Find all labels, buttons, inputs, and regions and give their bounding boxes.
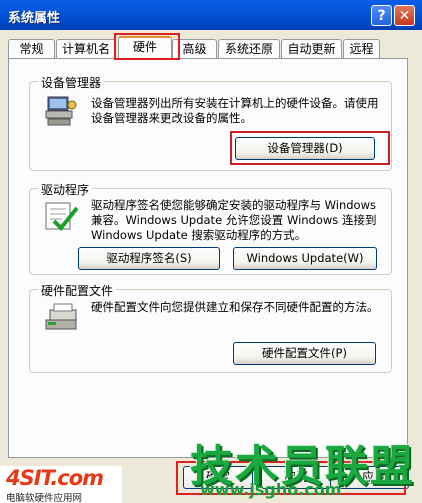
system-properties-window: 系统属性 ? ✕ 常规 计算机名 硬件 高级 系统还原 自动更新 远程 设备管理… <box>0 0 422 503</box>
close-icon: ✕ <box>398 8 411 24</box>
hardware-profiles-group: 硬件配置文件 硬件配置文件向您提供建立和保存不同硬件配置的方法。 硬件配置文件(… <box>29 282 392 373</box>
tab-computer-name[interactable]: 计算机名 <box>56 39 116 58</box>
title-bar[interactable]: 系统属性 ? ✕ <box>0 0 422 30</box>
hardware-profiles-button[interactable]: 硬件配置文件(P) <box>233 342 376 365</box>
close-button[interactable]: ✕ <box>394 5 415 26</box>
tab-automatic-updates[interactable]: 自动更新 <box>281 39 342 58</box>
window-title: 系统属性 <box>8 11 61 26</box>
tab-strip: 常规 计算机名 硬件 高级 系统还原 自动更新 远程 <box>8 36 408 59</box>
device-manager-description: 设备管理器列出所有安装在计算机上的硬件设备。请使用设备管理器来更改设备的属性。 <box>91 96 379 125</box>
drivers-description: 驱动程序签名使您能够确定安装的驱动程序与 Windows 兼容。Windows … <box>91 198 377 242</box>
hardware-profiles-title: 硬件配置文件 <box>38 282 117 299</box>
device-manager-icon <box>45 96 77 126</box>
drivers-group: 驱动程序 驱动程序签名使您能够确定安装的驱动程序与 Windows 兼容。Win… <box>29 181 392 275</box>
hardware-profiles-description: 硬件配置文件向您提供建立和保存不同硬件配置的方法。 <box>91 300 379 314</box>
hardware-tab-panel: 设备管理器 设备管理器列出所有安装在计算机上的硬件设备。请使用设备管理器来更改设… <box>8 58 408 458</box>
help-icon: ? <box>377 8 386 24</box>
windows-update-button[interactable]: Windows Update(W) <box>233 247 377 270</box>
device-manager-title: 设备管理器 <box>38 74 105 91</box>
drivers-title: 驱动程序 <box>38 181 93 198</box>
tab-system-restore[interactable]: 系统还原 <box>218 39 280 58</box>
tab-general[interactable]: 常规 <box>8 39 55 58</box>
watermark-tagline: 电脑软硬件应用网 <box>6 493 83 503</box>
driver-signing-icon <box>45 202 79 231</box>
tab-remote[interactable]: 远程 <box>343 39 380 58</box>
device-manager-highlight-frame <box>230 131 390 165</box>
watermark-logo: 4SIT.com <box>6 466 104 490</box>
watermark-4sit: 4SIT.com 电脑软硬件应用网 <box>0 466 122 503</box>
watermark-jsgho: 技术员联盟 www.jsgho.com <box>190 432 422 503</box>
device-manager-group: 设备管理器 设备管理器列出所有安装在计算机上的硬件设备。请使用设备管理器来更改设… <box>29 74 392 171</box>
watermark-url: www.jsgho.com <box>200 480 342 499</box>
tab-highlight-frame <box>114 33 180 60</box>
help-button[interactable]: ? <box>371 5 392 26</box>
hardware-profiles-icon <box>45 303 77 330</box>
driver-signing-button[interactable]: 驱动程序签名(S) <box>78 247 220 270</box>
